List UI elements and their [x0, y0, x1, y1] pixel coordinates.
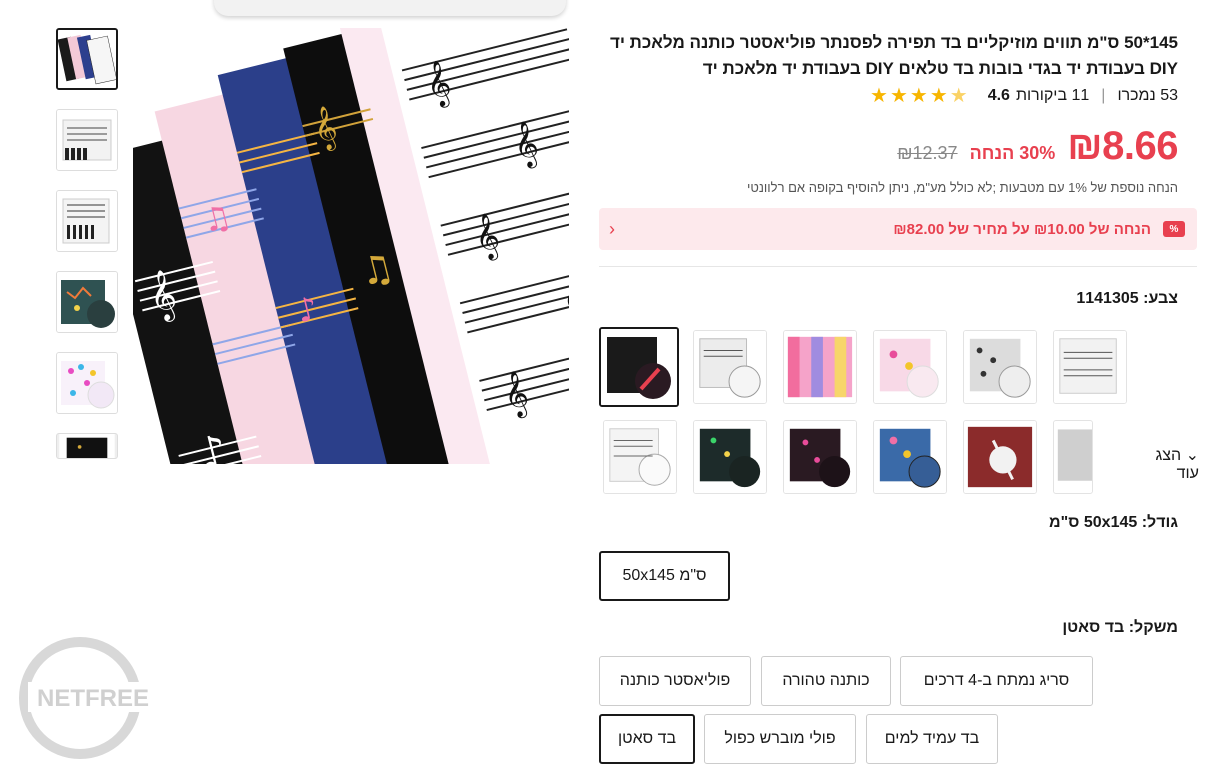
svg-text:NETFREE: NETFREE: [37, 685, 149, 712]
divider: [599, 266, 1197, 267]
swatch-image: [604, 421, 676, 493]
netfree-watermark: NETFREE: [19, 637, 158, 759]
product-title: 145*50 ס"מ תווים מוזיקליים בד תפירה לפסנ…: [609, 33, 1178, 78]
thumbnail-2[interactable]: [56, 109, 118, 171]
reviews-count[interactable]: 11 ביקורות: [1016, 87, 1089, 105]
color-swatch-4[interactable]: [873, 330, 947, 404]
thumbnail-image: [57, 353, 117, 413]
coupon-text: הנחה של ₪10.00 על מחיר של ₪82.00: [893, 220, 1151, 238]
thumbnail-3[interactable]: [56, 190, 118, 252]
color-label: צבע: 1141305: [1076, 290, 1178, 307]
color-swatch-8[interactable]: [693, 420, 767, 494]
main-product-image[interactable]: 𝄞 𝄞 𝄞 𝄞 𝄞 𝄞 ♪ 𝄞 ♫ ♫ ♪: [133, 28, 569, 464]
thumbnail-image: [57, 110, 117, 170]
chevron-left-icon: ‹: [609, 219, 615, 239]
color-swatch-9[interactable]: [783, 420, 857, 494]
material-option-polyester-cotton[interactable]: פוליאסטר כותנה: [599, 656, 751, 706]
thumbnail-image: [57, 272, 117, 332]
color-swatch-7[interactable]: [603, 420, 677, 494]
thumbnail-5[interactable]: [56, 352, 118, 414]
swatch-image: [964, 421, 1036, 493]
thumbnail-list: [56, 28, 120, 478]
size-value: 50x145 ס"מ: [1049, 514, 1138, 531]
color-swatch-11[interactable]: [963, 420, 1037, 494]
sold-count: 53 נמכרו: [1117, 87, 1178, 104]
color-value: 1141305: [1076, 290, 1139, 307]
swatch-image: [1054, 331, 1126, 403]
scroll-pill: [214, 0, 566, 16]
swatch-image: [784, 421, 856, 493]
star-icon: ★: [929, 85, 948, 107]
color-swatch-12[interactable]: [1053, 420, 1093, 494]
swatch-image: [874, 331, 946, 403]
star-half-icon: ★: [949, 85, 968, 107]
swatch-image: [694, 421, 766, 493]
separator: |: [1101, 87, 1106, 104]
color-swatches: ⌄ הצג עוד: [599, 327, 1199, 507]
product-page: 𝄞 𝄞 𝄞 𝄞 𝄞 𝄞 ♪ 𝄞 ♫ ♫ ♪ NETFREE 145*50 ס"מ…: [0, 0, 1216, 766]
swatch-image: [784, 331, 856, 403]
material-label: משקל: בד סאטן: [1062, 619, 1178, 636]
chevron-down-icon: ⌄: [1185, 447, 1199, 464]
thumbnail-1[interactable]: [56, 28, 118, 90]
material-option-4way-stretch[interactable]: סריג נמתח ב-4 דרכים: [900, 656, 1093, 706]
color-swatch-2[interactable]: [693, 330, 767, 404]
material-option-satin[interactable]: בד סאטן: [599, 714, 695, 764]
material-option-double-brushed[interactable]: פולי מוברש כפול: [704, 714, 856, 764]
color-swatch-5[interactable]: [963, 330, 1037, 404]
color-swatch-1[interactable]: [599, 327, 679, 407]
discount-label: 30% הנחה: [969, 143, 1056, 163]
swatch-image: [694, 331, 766, 403]
color-swatch-6[interactable]: [1053, 330, 1127, 404]
swatch-image: [874, 421, 946, 493]
current-price: ₪8.66: [1067, 124, 1178, 168]
coupon-icon: %: [1163, 221, 1185, 237]
star-icon: ★: [889, 85, 908, 107]
extra-discount-note: הנחה נוספת של 1% עם מטבעות ;לא כולל מע"מ…: [747, 180, 1178, 195]
thumbnail-image: [58, 30, 116, 88]
swatch-image: [964, 331, 1036, 403]
show-more-button[interactable]: ⌄ הצג עוד: [1135, 445, 1199, 483]
thumbnail-4[interactable]: [56, 271, 118, 333]
thumbnail-image: [57, 191, 117, 251]
rating-stars: ★ ★ ★ ★ ★: [870, 86, 968, 106]
material-option-pure-cotton[interactable]: כותנה טהורה: [761, 656, 891, 706]
rating-score: 4.6: [987, 87, 1010, 104]
swatch-image: [601, 329, 677, 405]
star-icon: ★: [870, 85, 888, 107]
star-icon: ★: [909, 85, 928, 107]
color-swatch-3[interactable]: [783, 330, 857, 404]
thumbnail-image: [59, 434, 115, 458]
material-option-waterproof[interactable]: בד עמיד למים: [866, 714, 998, 764]
price-row: ₪8.66 30% הנחה ₪12.37: [897, 124, 1178, 169]
thumbnail-6[interactable]: [56, 433, 118, 459]
original-price: ₪12.37: [897, 143, 958, 163]
swatch-image: [1054, 421, 1092, 493]
material-value: בד סאטן: [1062, 619, 1125, 636]
size-label: גודל: 50x145 ס"מ: [1049, 514, 1178, 531]
fabric-image: 𝄞 𝄞 𝄞 𝄞 𝄞 𝄞 ♪ 𝄞 ♫ ♫ ♪: [133, 28, 569, 464]
rating-row[interactable]: 53 נמכרו | 11 ביקורות 4.6 ★ ★ ★ ★ ★: [870, 86, 1178, 106]
color-swatch-10[interactable]: [873, 420, 947, 494]
coupon-banner[interactable]: % הנחה של ₪10.00 על מחיר של ₪82.00 ‹: [599, 208, 1197, 250]
size-option[interactable]: 50x145 ס"מ: [599, 551, 730, 601]
